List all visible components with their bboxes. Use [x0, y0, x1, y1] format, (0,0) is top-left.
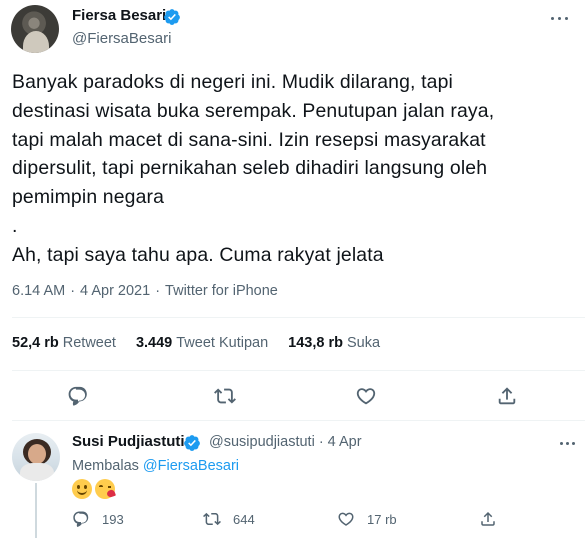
- reply-share-button[interactable]: [479, 510, 497, 528]
- tweet-text-line: destinasi wisata buka serempak. Penutupa…: [12, 99, 495, 122]
- reply-count: 193: [102, 511, 124, 527]
- likes-stat[interactable]: 143,8 rb Suka: [288, 335, 380, 351]
- reply-like-button[interactable]: 17 rb: [337, 510, 397, 528]
- reply-author-avatar[interactable]: [12, 433, 60, 481]
- reply-button[interactable]: [62, 380, 94, 412]
- retweet-icon: [203, 512, 221, 526]
- tweet-date[interactable]: 4 Apr 2021: [80, 283, 150, 299]
- reply-actions: 193 644 17 rb: [0, 510, 585, 530]
- share-icon: [481, 511, 495, 526]
- reply-author-name[interactable]: Susi Pudjiastuti: [72, 433, 185, 450]
- more-options-icon[interactable]: [555, 433, 579, 453]
- slightly-smiling-face-icon: [72, 479, 92, 499]
- tweet-text: Banyak paradoks di negeri ini. Mudik dil…: [12, 68, 577, 270]
- retweet-count: 644: [233, 511, 255, 527]
- tweet-meta: 6.14 AM · 4 Apr 2021 · Twitter for iPhone: [12, 283, 278, 299]
- reply-icon: [73, 511, 89, 527]
- divider: [12, 370, 585, 371]
- retweets-label: Retweet: [62, 335, 116, 351]
- author-avatar[interactable]: [11, 5, 59, 53]
- retweet-button[interactable]: [209, 380, 241, 412]
- likes-count: 143,8 rb: [288, 335, 343, 351]
- replying-prefix: Membalas: [72, 458, 139, 474]
- like-count: 17 rb: [367, 511, 397, 527]
- reply-tweet[interactable]: Susi Pudjiastuti @susipudjiastuti · 4 Ap…: [0, 421, 585, 538]
- like-button[interactable]: [350, 380, 382, 412]
- tweet-text-line: pemimpin negara: [12, 186, 165, 209]
- reply-text: [72, 479, 116, 499]
- verified-badge-icon: [184, 435, 200, 451]
- heart-icon: [356, 388, 376, 405]
- tweet-text-line: Banyak paradoks di negeri ini. Mudik dil…: [12, 71, 453, 93]
- divider: [12, 317, 585, 318]
- tweet-stats: 52,4 rb Retweet 3.449 Tweet Kutipan 143,8 …: [12, 335, 400, 351]
- reply-handle-date[interactable]: @susipudjiastuti · 4 Apr: [209, 434, 362, 450]
- tweet-text-line: tapi malah macet di sana-sini. Izin rese…: [12, 128, 486, 151]
- author-handle[interactable]: @FiersaBesari: [72, 30, 171, 47]
- reply-icon: [68, 386, 87, 406]
- quotes-stat[interactable]: 3.449 Tweet Kutipan: [136, 335, 268, 351]
- face-blowing-kiss-icon: [95, 479, 116, 499]
- tweet-text-line: .: [12, 214, 18, 237]
- tweet-text-line: Ah, tapi saya tahu apa. Cuma rakyat jela…: [12, 243, 384, 266]
- tweet-text-line: dipersulit, tapi pernikahan seleb dihadi…: [12, 157, 488, 180]
- tweet-source[interactable]: Twitter for iPhone: [165, 283, 278, 299]
- reply-reply-button[interactable]: 193: [72, 510, 124, 528]
- retweets-stat[interactable]: 52,4 rb Retweet: [12, 335, 116, 351]
- more-options-icon[interactable]: [547, 6, 571, 30]
- share-icon: [498, 387, 516, 405]
- tweet-actions: [0, 380, 585, 412]
- quotes-label: Tweet Kutipan: [176, 335, 269, 351]
- retweets-count: 52,4 rb: [12, 335, 59, 351]
- verified-badge-icon: [164, 9, 180, 25]
- replying-to-mention[interactable]: @FiersaBesari: [143, 458, 239, 474]
- heart-icon: [338, 512, 354, 526]
- author-name[interactable]: Fiersa Besari: [72, 7, 166, 24]
- tweet-time[interactable]: 6.14 AM: [12, 283, 65, 299]
- reply-retweet-button[interactable]: 644: [203, 510, 255, 528]
- likes-label: Suka: [346, 335, 381, 351]
- quotes-count: 3.449: [135, 335, 173, 351]
- retweet-icon: [214, 388, 236, 404]
- share-button[interactable]: [491, 380, 523, 412]
- replying-to: Membalas @FiersaBesari: [72, 458, 239, 474]
